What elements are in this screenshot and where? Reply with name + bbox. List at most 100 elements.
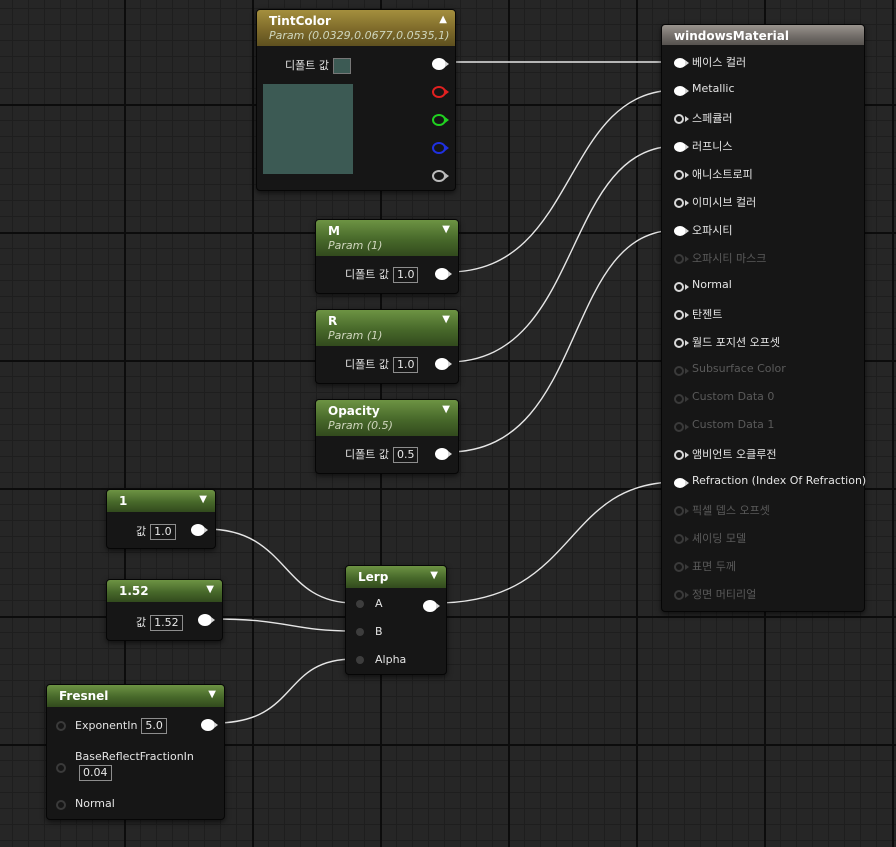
material-input-pin[interactable]: [674, 254, 684, 264]
m-param-node[interactable]: M Param (1) ▼ 디폴트 값 1.0: [315, 219, 459, 294]
input-pin-alpha[interactable]: [356, 656, 364, 664]
green-output-pin[interactable]: [432, 114, 446, 126]
chevron-down-icon[interactable]: ▼: [206, 584, 214, 595]
chevron-down-icon[interactable]: ▼: [442, 404, 450, 415]
pin-arrow-icon: [685, 396, 689, 402]
material-input-label: 셰이딩 모델: [692, 532, 747, 545]
pin-arrow-icon: [448, 451, 452, 457]
lerp-header[interactable]: Lerp ▼: [346, 566, 446, 588]
output-pin[interactable]: [201, 719, 215, 731]
tintcolor-header[interactable]: TintColor Param (0.0329,0.0677,0.0535,1)…: [257, 10, 455, 46]
material-input-label: 표면 두께: [692, 560, 736, 573]
material-input-pin[interactable]: [674, 534, 684, 544]
material-input-pin[interactable]: [674, 506, 684, 516]
material-input-pin[interactable]: [674, 338, 684, 348]
output-pin[interactable]: [198, 614, 212, 626]
value-field[interactable]: 0.5: [392, 447, 419, 463]
value-field[interactable]: 1.52: [150, 615, 183, 631]
pin-arrow-icon: [214, 722, 218, 728]
constant-1-header[interactable]: 1 ▼: [107, 490, 215, 512]
material-input-pin[interactable]: [674, 114, 684, 124]
input-pin-b[interactable]: [356, 628, 364, 636]
pin-arrow-icon: [685, 312, 689, 318]
exponent-input-pin[interactable]: [56, 721, 66, 731]
chevron-down-icon[interactable]: ▼: [199, 494, 207, 505]
material-input-pin[interactable]: [674, 310, 684, 320]
output-pin[interactable]: [191, 524, 205, 536]
pin-arrow-icon: [436, 603, 440, 609]
m-header[interactable]: M Param (1) ▼: [316, 220, 458, 256]
material-input-pin[interactable]: [674, 170, 684, 180]
node-title: Lerp: [358, 570, 389, 584]
material-input-pin[interactable]: [674, 450, 684, 460]
wire-r-roughness: [447, 145, 678, 363]
constant-152-node[interactable]: 1.52 ▼ 값 1.52: [106, 579, 223, 641]
alpha-output-pin[interactable]: [432, 170, 446, 182]
pin-arrow-icon: [445, 61, 449, 67]
color-swatch[interactable]: [332, 58, 351, 74]
material-input-label: 오파시티 마스크: [692, 252, 767, 265]
output-pin[interactable]: [435, 268, 449, 280]
constant-1-node[interactable]: 1 ▼ 값 1.0: [106, 489, 216, 549]
rgb-output-pin[interactable]: [432, 58, 446, 70]
default-value-row: 디폴트 값 1.0: [345, 266, 419, 283]
constant-152-header[interactable]: 1.52 ▼: [107, 580, 222, 602]
value-field[interactable]: 1.0: [150, 524, 176, 540]
output-pin[interactable]: [423, 600, 437, 612]
fresnel-node[interactable]: Fresnel ▼ ExponentIn 5.0 BaseReflectFract…: [46, 684, 225, 820]
material-input-label: 이미시브 컬러: [692, 196, 757, 209]
blue-output-pin[interactable]: [432, 142, 446, 154]
material-input-pin[interactable]: [674, 422, 684, 432]
material-input-label: Normal: [692, 278, 732, 291]
material-input-pin[interactable]: [674, 394, 684, 404]
pin-arrow-icon: [685, 172, 689, 178]
normal-input-pin[interactable]: [56, 800, 66, 810]
pin-arrow-icon: [685, 564, 689, 570]
material-input-pin[interactable]: [674, 590, 684, 600]
opacity-header[interactable]: Opacity Param (0.5) ▼: [316, 400, 458, 436]
node-title: Opacity: [328, 404, 380, 418]
opacity-param-node[interactable]: Opacity Param (0.5) ▼ 디폴트 값 0.5: [315, 399, 459, 474]
material-input-pin[interactable]: [674, 282, 684, 292]
default-value-label: 디폴트 값: [285, 59, 329, 72]
pin-arrow-icon: [445, 145, 449, 151]
tintcolor-node[interactable]: TintColor Param (0.0329,0.0677,0.0535,1)…: [256, 9, 456, 191]
chevron-down-icon[interactable]: ▼: [442, 224, 450, 235]
red-output-pin[interactable]: [432, 86, 446, 98]
base-reflect-field[interactable]: 0.04: [79, 765, 112, 781]
value-field[interactable]: 1.0: [392, 267, 419, 283]
chevron-down-icon[interactable]: ▼: [442, 314, 450, 325]
material-input-pin[interactable]: [674, 198, 684, 208]
material-result-node[interactable]: windowsMaterial 베이스 컬러 Metallic 스페큘러 러프니스 애니…: [661, 24, 866, 612]
base-reflect-row: 0.04: [75, 765, 112, 781]
pin-arrow-icon: [685, 480, 689, 486]
chevron-down-icon[interactable]: ▼: [430, 570, 438, 581]
pin-arrow-icon: [685, 228, 689, 234]
material-input-pin[interactable]: [674, 562, 684, 572]
material-input-pin[interactable]: [674, 366, 684, 376]
pin-arrow-icon: [685, 200, 689, 206]
chevron-up-icon[interactable]: ▲: [439, 14, 447, 25]
default-value-row: 디폴트 값 1.0: [345, 356, 419, 373]
node-subtitle: Param (0.5): [328, 419, 393, 432]
pin-arrow-icon: [685, 284, 689, 290]
output-pin[interactable]: [435, 358, 449, 370]
r-header[interactable]: R Param (1) ▼: [316, 310, 458, 346]
input-pin-a[interactable]: [356, 600, 364, 608]
output-pin[interactable]: [435, 448, 449, 460]
base-reflect-input-pin[interactable]: [56, 763, 66, 773]
pin-arrow-icon: [204, 527, 208, 533]
material-input-label: Custom Data 0: [692, 390, 775, 403]
pin-arrow-icon: [685, 340, 689, 346]
pin-arrow-icon: [445, 117, 449, 123]
material-header[interactable]: windowsMaterial: [662, 25, 864, 45]
value-field[interactable]: 1.0: [392, 357, 419, 373]
fresnel-header[interactable]: Fresnel ▼: [47, 685, 224, 707]
default-value-label: 디폴트 값: [345, 448, 389, 461]
chevron-down-icon[interactable]: ▼: [208, 689, 216, 700]
pin-arrow-icon: [448, 361, 452, 367]
r-param-node[interactable]: R Param (1) ▼ 디폴트 값 1.0: [315, 309, 459, 384]
exponent-field[interactable]: 5.0: [141, 718, 167, 734]
default-value-label: 디폴트 값: [345, 268, 389, 281]
lerp-node[interactable]: Lerp ▼ A B Alpha: [345, 565, 447, 675]
